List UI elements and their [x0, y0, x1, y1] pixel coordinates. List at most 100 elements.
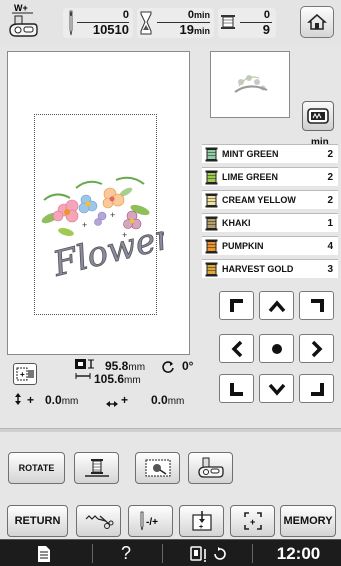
move-left-button[interactable]	[219, 334, 254, 363]
trial-button[interactable]: +	[230, 505, 275, 537]
color-name: PUMPKIN	[222, 241, 264, 251]
move-up-button[interactable]	[259, 291, 294, 320]
document-icon	[38, 545, 50, 562]
corner-arrow-icon	[310, 298, 324, 312]
corner-arrow-icon	[229, 298, 243, 312]
svg-text:+: +	[82, 220, 87, 230]
svg-text:+: +	[199, 524, 203, 531]
horizontal-plus: +	[121, 393, 129, 407]
design-thumbnail	[210, 51, 290, 118]
stitch-current: 0	[122, 9, 129, 21]
corner-arrow-icon	[310, 382, 324, 396]
color-row[interactable]: PUMPKIN 4	[202, 236, 338, 255]
move-down-right-button[interactable]	[299, 374, 334, 403]
start-point-icon: +	[191, 511, 212, 531]
return-button[interactable]: RETURN	[7, 505, 68, 537]
color-current: 0	[263, 9, 270, 21]
color-name: LIME GREEN	[222, 172, 279, 182]
vertical-offset-icon	[14, 392, 22, 411]
svg-text:+: +	[250, 517, 255, 527]
preview-button[interactable]	[135, 452, 180, 484]
color-time: 4	[327, 240, 333, 252]
divider	[0, 428, 341, 432]
time-unit-2: min	[193, 26, 210, 36]
chevron-down-icon	[268, 383, 285, 396]
move-right-button[interactable]	[299, 334, 334, 363]
system-status-bar: ? 12:00	[0, 539, 341, 566]
home-button[interactable]	[300, 6, 334, 38]
clock-time: 12:00	[276, 543, 321, 563]
needle-step-icon: -/+	[140, 511, 158, 531]
color-name: HARVEST GOLD	[222, 264, 294, 274]
presser-foot-button[interactable]	[188, 452, 233, 484]
presser-foot-icon	[197, 457, 224, 478]
color-row[interactable]: CREAM YELLOW 2	[202, 190, 338, 209]
move-down-button[interactable]	[259, 374, 294, 403]
help-icon: ?	[120, 543, 131, 563]
thread-color-button[interactable]	[74, 452, 119, 484]
flower-design: + + + Flower	[41, 176, 164, 280]
needle-icon	[67, 10, 75, 41]
color-row[interactable]: LIME GREEN 2	[202, 167, 338, 186]
frame-size-icon: +	[13, 363, 37, 385]
corner-arrow-icon	[229, 382, 243, 396]
width-unit: mm	[124, 375, 141, 386]
color-time: 3	[327, 263, 333, 275]
stitch-step-button[interactable]: -/+	[128, 505, 173, 537]
top-status-bar: W+ 0 10510 0min 19min 0 9	[0, 0, 341, 44]
svg-text:-/+: -/+	[146, 517, 158, 528]
thumbnail-flower	[234, 75, 268, 93]
help-button[interactable]: ?	[96, 540, 156, 566]
color-counter: 0 9	[218, 8, 276, 38]
height-value: 95.8	[105, 359, 129, 373]
angle-value: 0°	[182, 359, 194, 373]
move-center-button[interactable]	[259, 334, 294, 363]
color-time: 2	[327, 148, 333, 160]
rotate-angle-icon	[161, 360, 175, 379]
vertical-offset-value: 0.0	[45, 393, 62, 407]
thread-spool-icon	[220, 14, 236, 35]
vertical-offset-unit: mm	[61, 396, 79, 407]
color-name: MINT GREEN	[222, 149, 279, 159]
preview-icon	[145, 459, 170, 477]
embroidery-preview[interactable]: + + + Flower	[7, 51, 190, 355]
stitch-total: 10510	[92, 22, 129, 37]
clock: 12:00	[256, 540, 341, 566]
move-up-left-button[interactable]	[219, 291, 254, 320]
hoop-display-button[interactable]	[302, 101, 334, 131]
chevron-up-icon	[268, 299, 285, 312]
horizontal-offset-icon	[105, 395, 119, 413]
presser-foot-icon: W+	[6, 2, 40, 42]
color-row[interactable]: MINT GREEN 2	[202, 144, 338, 163]
thread-spool-icon	[204, 193, 219, 208]
move-up-right-button[interactable]	[299, 291, 334, 320]
thread-spool-icon	[204, 147, 219, 162]
horizontal-offset-unit: mm	[167, 396, 185, 407]
color-time: 2	[327, 194, 333, 206]
color-row[interactable]: KHAKI 1	[202, 213, 338, 232]
start-point-button[interactable]: +	[179, 505, 224, 537]
wplus-label: W+	[14, 3, 28, 13]
horizontal-offset-value: 0.0	[151, 393, 168, 407]
wlan-icon	[190, 545, 226, 562]
move-down-left-button[interactable]	[219, 374, 254, 403]
memory-button[interactable]: MEMORY	[280, 505, 336, 537]
color-time: 2	[327, 171, 333, 183]
return-label: RETURN	[14, 515, 61, 527]
color-time: 1	[327, 217, 333, 229]
time-counter: 0min 19min	[137, 8, 214, 38]
thread-spool-icon	[204, 239, 219, 254]
time-unit: min	[193, 10, 210, 20]
color-row[interactable]: HARVEST GOLD 3	[202, 259, 338, 278]
thread-trim-button[interactable]	[76, 505, 121, 537]
hoop-icon	[307, 108, 329, 124]
design-info: + 95.8mm 0° 105.6mm + 0.0mm + 0.0mm	[0, 355, 200, 420]
color-name: CREAM YELLOW	[222, 195, 296, 205]
scissors-icon	[85, 515, 113, 529]
home-icon	[307, 14, 327, 30]
settings-doc-button[interactable]	[0, 540, 88, 566]
rotate-button[interactable]: ROTATE	[8, 452, 65, 484]
stitch-counter: 0 10510	[63, 8, 133, 38]
thread-spool-icon	[204, 216, 219, 231]
wireless-button[interactable]	[168, 540, 248, 566]
